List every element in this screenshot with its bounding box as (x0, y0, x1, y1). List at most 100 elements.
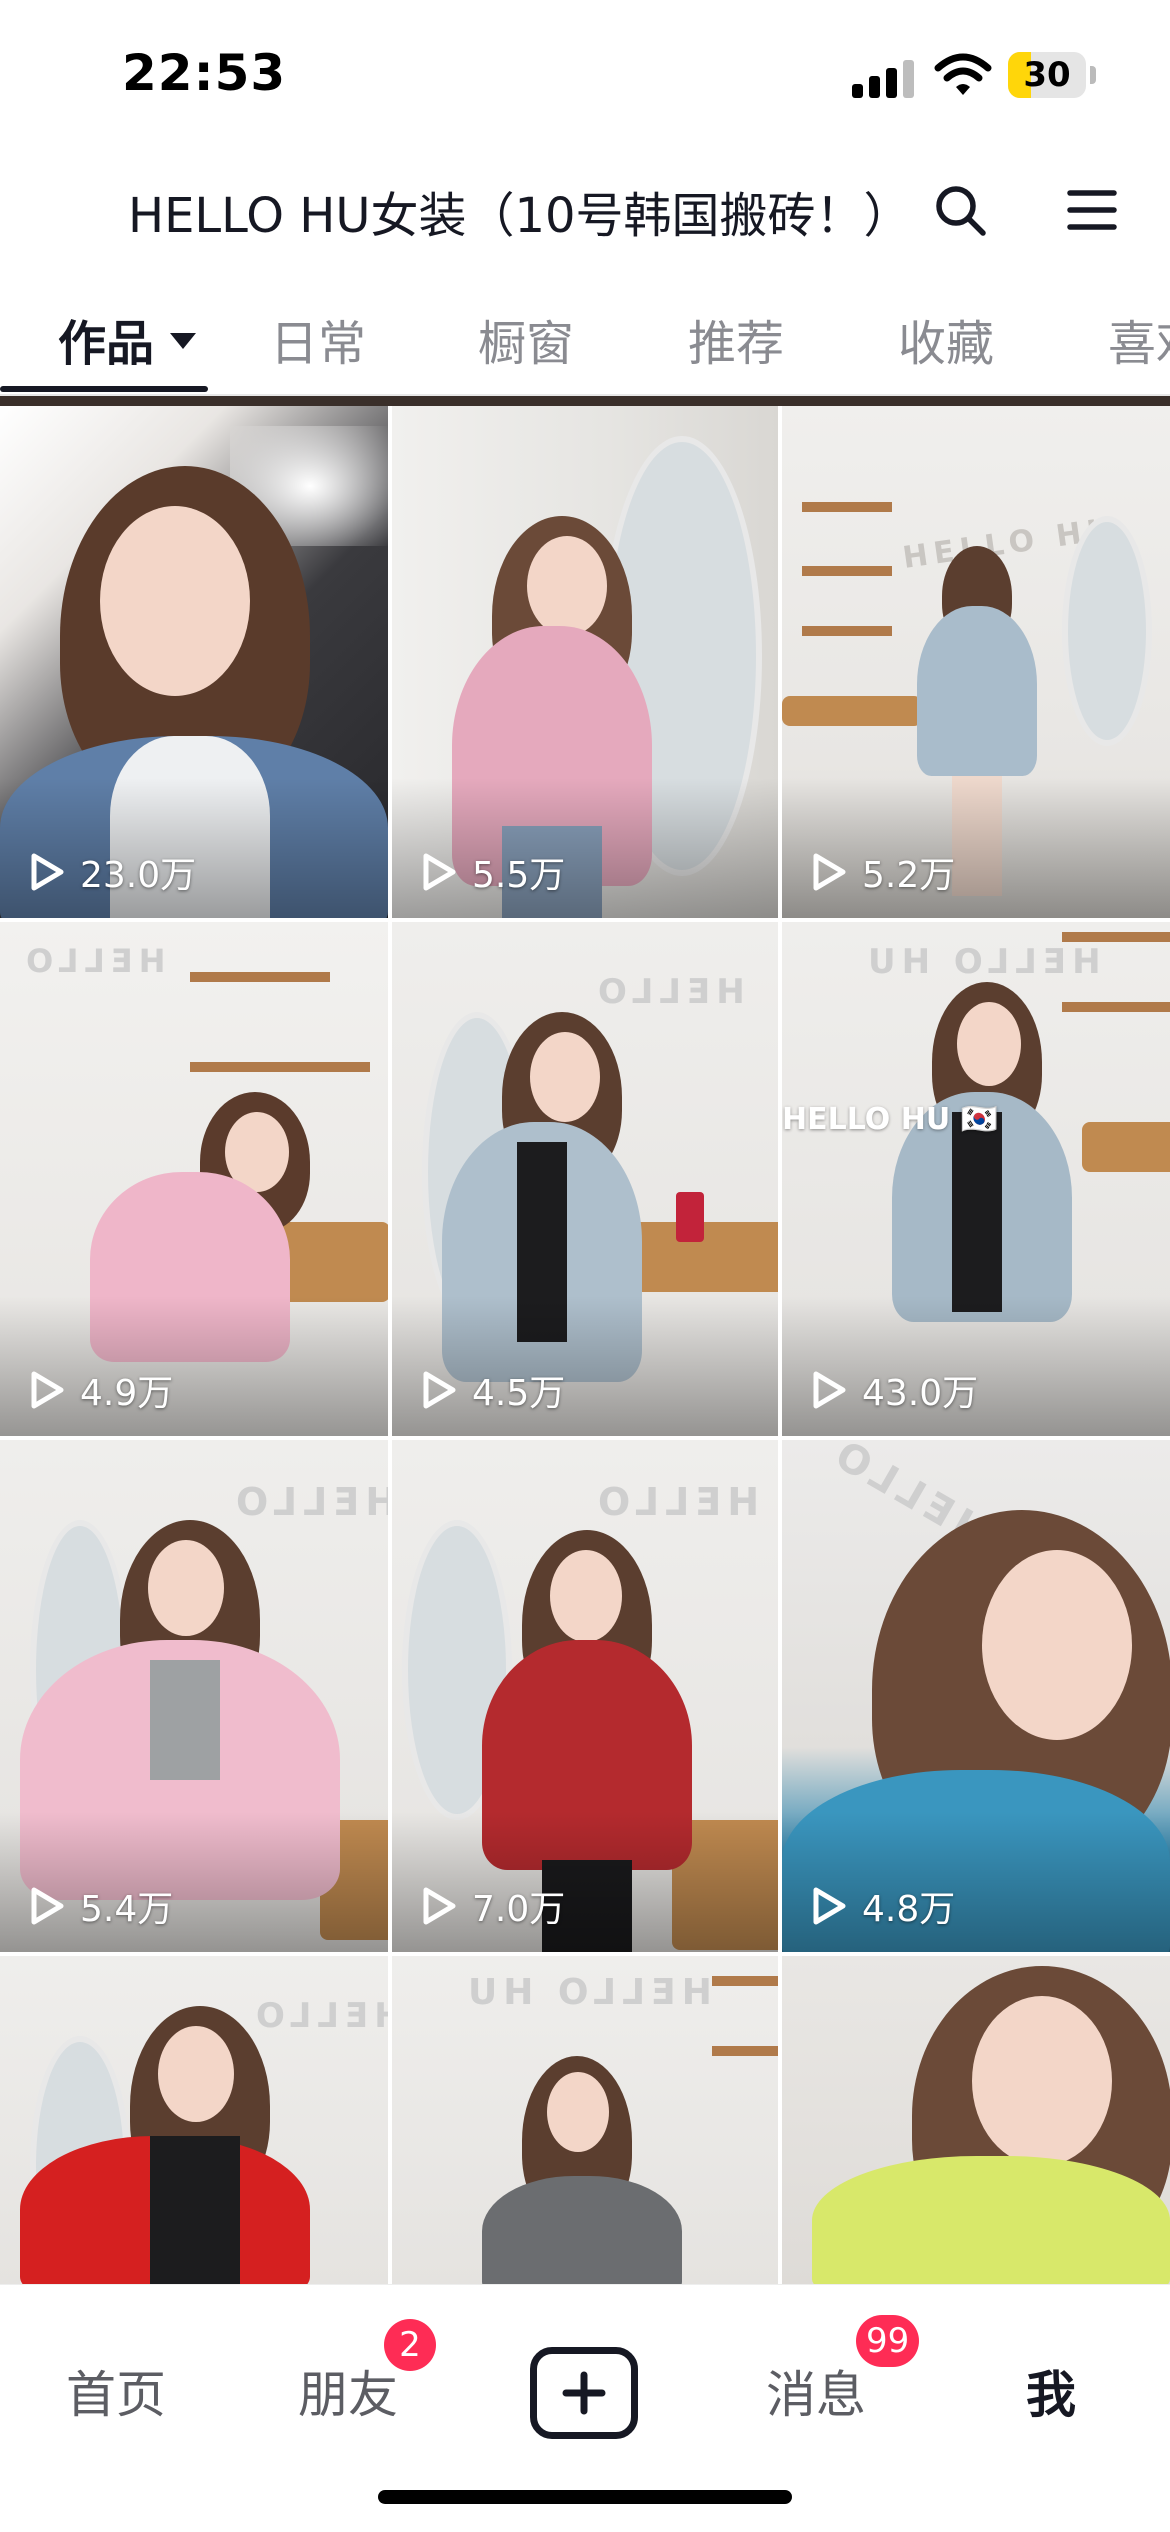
face (148, 1540, 224, 1636)
wifi-icon (934, 52, 992, 98)
face (982, 1550, 1132, 1740)
tab-label: 作品 (58, 316, 155, 372)
video-grid: 23.0万 5.5万 HELLO HU 5.2万 HELLO 4.9万 HELL… (0, 396, 1170, 2284)
video-thumbnail[interactable]: HELLO (0, 1956, 388, 2284)
view-count: 4.8万 (810, 1882, 955, 1930)
face (100, 506, 250, 696)
profile-header: HELLO HU女装（10号韩国搬砖！） (0, 150, 1170, 270)
view-count: 5.4万 (28, 1882, 173, 1930)
view-count: 43.0万 (810, 1366, 978, 1414)
shelf (190, 972, 330, 982)
search-icon (936, 186, 986, 236)
tab-favorites[interactable]: 收藏 (898, 304, 994, 374)
view-count-label: 5.5万 (472, 855, 566, 896)
tab-recommended[interactable]: 推荐 (688, 304, 784, 374)
black-sweater (150, 2136, 240, 2284)
shelf (802, 502, 892, 512)
hamburger-menu-icon (1067, 190, 1117, 230)
view-count: 4.9万 (28, 1366, 173, 1414)
search-button[interactable] (924, 174, 996, 246)
view-count: 4.5万 (420, 1366, 565, 1414)
video-thumbnail[interactable]: HELLO HU 5.2万 (782, 406, 1170, 918)
status-time: 22:53 (122, 44, 287, 102)
play-icon (423, 1371, 456, 1409)
nav-messages[interactable]: 消息 (766, 2355, 866, 2427)
play-icon (423, 853, 456, 891)
blue-coat (917, 606, 1037, 776)
wall-sign: HELLO (592, 1480, 760, 1524)
yellow-fleece (812, 2156, 1170, 2284)
play-icon (813, 1887, 846, 1925)
shelf (802, 626, 892, 636)
create-button[interactable] (530, 2347, 638, 2439)
view-count-label: 4.5万 (472, 1373, 566, 1414)
wall-sign: HELLO (250, 1996, 388, 2036)
face (957, 1002, 1021, 1086)
view-count: 23.0万 (28, 848, 196, 896)
video-caption: HELLO HU 🇰🇷 (782, 1102, 998, 1137)
video-thumbnail[interactable]: HELLO 5.4万 (0, 1440, 388, 1952)
play-icon (813, 853, 846, 891)
plus-icon (562, 2371, 606, 2415)
view-count: 7.0万 (420, 1882, 565, 1930)
wall-sign: HELLO HU (862, 942, 1101, 982)
face (527, 536, 607, 636)
view-count-label: 23.0万 (80, 855, 197, 896)
play-icon (31, 1887, 64, 1925)
grid-top-strip (0, 396, 1170, 406)
profile-title: HELLO HU女装（10号韩国搬砖！） (128, 188, 908, 244)
shelf (802, 566, 892, 576)
video-thumbnail[interactable]: HELLO HU HELLO HU 🇰🇷 43.0万 (782, 922, 1170, 1436)
nav-me[interactable]: 我 (1026, 2355, 1076, 2427)
face (158, 2026, 234, 2122)
video-thumbnail[interactable] (782, 1956, 1170, 2284)
view-count-label: 7.0万 (472, 1889, 566, 1930)
status-bar: 22:53 30 (0, 0, 1170, 150)
tab-works[interactable]: 作品 (58, 304, 197, 374)
face (972, 1996, 1112, 2166)
face (547, 2072, 609, 2152)
shelf (1062, 1002, 1170, 1012)
view-count: 5.2万 (810, 848, 955, 896)
nav-friends[interactable]: 朋友 (298, 2355, 398, 2427)
tab-showcase[interactable]: 橱窗 (478, 304, 574, 374)
play-icon (31, 1371, 64, 1409)
video-thumbnail[interactable]: 23.0万 (0, 406, 388, 918)
friends-badge: 2 (384, 2319, 436, 2371)
desk (782, 696, 922, 726)
menu-button[interactable] (1056, 174, 1128, 246)
video-thumbnail[interactable]: 5.5万 (392, 406, 778, 918)
wall-sign: HELLO (20, 942, 166, 980)
wall-sign: HELLO (592, 972, 745, 1012)
nav-home[interactable]: 首页 (66, 2355, 166, 2427)
view-count: 5.5万 (420, 848, 565, 896)
video-thumbnail[interactable]: HELLO 7.0万 (392, 1440, 778, 1952)
video-thumbnail[interactable]: HELLO 4.5万 (392, 922, 778, 1436)
video-thumbnail[interactable]: HELLO HU (392, 1956, 778, 2284)
black-dress (952, 1112, 1002, 1312)
wall-mirror (1062, 516, 1152, 746)
play-icon (813, 1371, 846, 1409)
home-indicator[interactable] (378, 2490, 792, 2504)
play-icon (423, 1887, 456, 1925)
tab-daily[interactable]: 日常 (270, 304, 366, 374)
wall-sign: HELLO (230, 1480, 388, 1524)
battery-indicator: 30 (1008, 52, 1086, 98)
grey-vest (150, 1660, 220, 1780)
battery-level: 30 (1023, 55, 1071, 95)
wall-sign: HELLO HU (462, 1972, 712, 2013)
shelf (190, 1062, 370, 1072)
shelf (712, 1976, 778, 1986)
video-thumbnail[interactable]: HELLO 4.9万 (0, 922, 388, 1436)
view-count-label: 4.8万 (862, 1889, 956, 1930)
face (550, 1550, 622, 1642)
tab-likes[interactable]: 喜欢 (1108, 304, 1170, 374)
view-count-label: 43.0万 (862, 1373, 979, 1414)
battery-nub (1090, 66, 1096, 84)
cellular-signal-icon (852, 58, 916, 98)
grey-top (482, 2176, 682, 2284)
video-thumbnail[interactable]: HELLO 4.8万 (782, 1440, 1170, 1952)
messages-badge: 99 (856, 2315, 920, 2367)
active-tab-indicator (0, 386, 208, 392)
desk (1082, 1122, 1170, 1172)
